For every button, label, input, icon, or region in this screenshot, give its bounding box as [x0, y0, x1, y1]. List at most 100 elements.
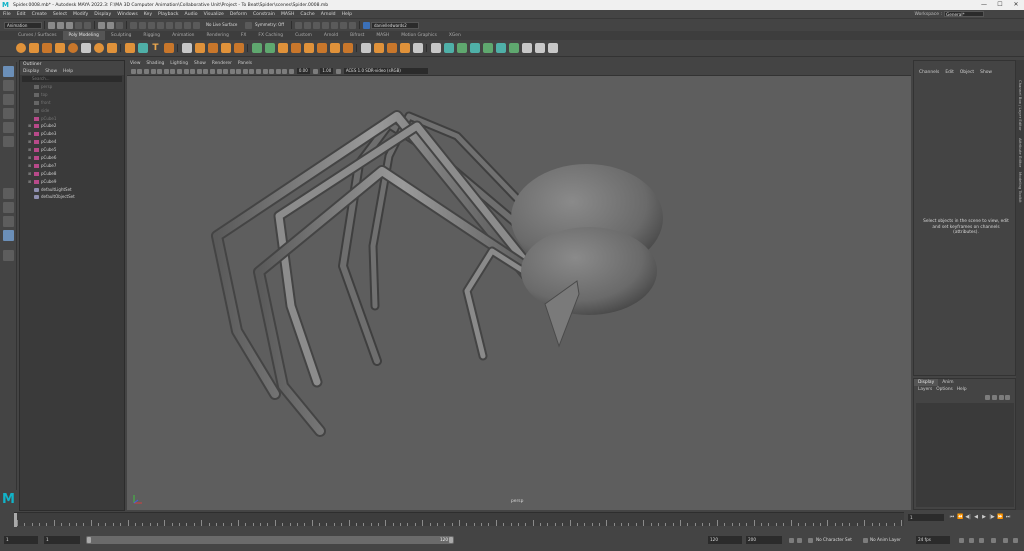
xray-icon[interactable]	[269, 68, 275, 74]
ipr-render-icon[interactable]	[304, 21, 311, 29]
outliner-layout-icon[interactable]	[3, 230, 14, 241]
animation-preferences-icon[interactable]	[990, 538, 996, 543]
viewport-menu-shading[interactable]: Shading	[143, 60, 167, 67]
pause-icon[interactable]	[340, 21, 347, 29]
move-layer-up-icon[interactable]	[985, 395, 991, 400]
menu-modify[interactable]: Modify	[70, 12, 91, 17]
menu-windows[interactable]: Windows	[114, 12, 141, 17]
layer-menu-help[interactable]: Help	[955, 386, 969, 393]
time-editor-icon[interactable]	[1002, 538, 1008, 543]
wedge-icon[interactable]	[342, 43, 353, 53]
menu-mash[interactable]: MASH	[278, 12, 297, 17]
uv-editor-icon[interactable]	[443, 43, 454, 53]
planar-uv-icon[interactable]	[482, 43, 493, 53]
workspace-dropdown[interactable]: General*	[944, 11, 984, 17]
sew-uv-icon[interactable]	[508, 43, 519, 53]
redo-icon[interactable]	[84, 21, 91, 29]
merge-icon[interactable]	[316, 43, 327, 53]
go-to-start-button[interactable]: ⏮	[949, 514, 955, 520]
outliner-item[interactable]: ⊞ pCube2	[20, 122, 124, 130]
play-forwards-button[interactable]: ▶	[981, 514, 987, 520]
animation-end-field[interactable]: 200	[746, 536, 782, 544]
menu-arnold[interactable]: Arnold	[318, 12, 339, 17]
character-set-icon[interactable]	[807, 538, 813, 543]
select-hierarchy-icon[interactable]	[98, 21, 105, 29]
viewport-menu-view[interactable]: View	[127, 60, 143, 67]
snap-together-icon[interactable]	[430, 43, 441, 53]
shelf-tab-rigging[interactable]: Rigging	[137, 31, 166, 40]
layer-tab-anim[interactable]: Anim	[938, 379, 957, 386]
lasso-tool-icon[interactable]	[3, 80, 14, 91]
expand-plus-icon[interactable]: ⊞	[20, 146, 31, 154]
outliner-item[interactable]: defaultObjectSet	[20, 193, 124, 201]
new-layer-from-selected-icon[interactable]	[1005, 395, 1011, 400]
outliner-item[interactable]: top	[20, 91, 124, 99]
new-layer-icon[interactable]	[998, 395, 1004, 400]
layer-tab-display[interactable]: Display	[914, 379, 939, 386]
viewport-menu-lighting[interactable]: Lighting	[167, 60, 191, 67]
time-slider-track[interactable]	[14, 512, 904, 527]
step-back-frame-button[interactable]: ◀|	[965, 514, 971, 520]
insert-edge-loop-icon[interactable]	[386, 43, 397, 53]
automatic-uv-icon[interactable]	[456, 43, 467, 53]
maximize-button[interactable]: ☐	[992, 0, 1008, 10]
render-view-icon[interactable]	[331, 21, 338, 29]
search-icon[interactable]	[3, 250, 14, 261]
wireframe-on-shaded-icon[interactable]	[216, 68, 222, 74]
menu-create[interactable]: Create	[29, 12, 50, 17]
outliner-item[interactable]: ⊞ pCube6	[20, 154, 124, 162]
gamma-icon[interactable]	[312, 68, 318, 74]
shelf-tab-bifrost[interactable]: Bifrost	[344, 31, 370, 40]
shelf-tab-motion-graphics[interactable]: Motion Graphics	[395, 31, 443, 40]
anim-layer-dropdown[interactable]: No Anim Layer	[868, 536, 912, 544]
menu-select[interactable]: Select	[50, 12, 70, 17]
gate-mask-icon[interactable]	[176, 68, 182, 74]
menu-display[interactable]: Display	[91, 12, 114, 17]
rotate-tool-icon[interactable]	[3, 122, 14, 133]
expand-plus-icon[interactable]: ⊞	[20, 122, 31, 130]
close-button[interactable]: ✕	[1008, 0, 1024, 10]
layer-menu-layers[interactable]: Layers	[916, 386, 934, 393]
safe-action-icon[interactable]	[190, 68, 196, 74]
combine-icon[interactable]	[181, 43, 192, 53]
menu-playback[interactable]: Playback	[155, 12, 182, 17]
playback-start-field[interactable]: 1	[44, 536, 80, 544]
symmetry-dropdown[interactable]: Symmetry: Off	[253, 21, 289, 29]
svg-icon[interactable]	[163, 43, 174, 53]
menu-help[interactable]: Help	[339, 12, 355, 17]
render-frame-icon[interactable]	[295, 21, 302, 29]
smooth-shade-icon[interactable]	[209, 68, 215, 74]
range-end-handle[interactable]	[449, 537, 453, 543]
expand-plus-icon[interactable]: ⊞	[20, 162, 31, 170]
gamma-field[interactable]: 1.00	[320, 68, 334, 74]
output-ops-icon[interactable]	[193, 21, 200, 29]
menu-cache[interactable]: Cache	[297, 12, 317, 17]
render-settings-icon[interactable]	[313, 21, 320, 29]
motion-blur-icon[interactable]	[249, 68, 255, 74]
bookmark-icon[interactable]	[143, 68, 149, 74]
outliner-item[interactable]: ⊞ pCube8	[20, 170, 124, 178]
uv-toolkit-icon[interactable]	[521, 43, 532, 53]
fps-dropdown[interactable]: 24 fps	[916, 536, 950, 544]
resolution-gate-icon[interactable]	[170, 68, 176, 74]
viewport-menu-show[interactable]: Show	[191, 60, 209, 67]
symmetry-icon[interactable]	[245, 21, 252, 29]
expand-plus-icon[interactable]: ⊞	[20, 130, 31, 138]
super-shape-icon[interactable]	[124, 43, 135, 53]
character-set-dropdown[interactable]: No Character Set	[814, 536, 860, 544]
fill-hole-icon[interactable]	[290, 43, 301, 53]
backface-culling-icon[interactable]	[282, 68, 288, 74]
channel-menu-show[interactable]: Show	[977, 69, 995, 77]
snap-view-plane-icon[interactable]	[157, 21, 164, 29]
tab-modeling-toolkit[interactable]: Modeling Toolkit	[1017, 172, 1023, 203]
snap-live-icon[interactable]	[166, 21, 173, 29]
snap-point-icon[interactable]	[148, 21, 155, 29]
user-account-dropdown[interactable]: danielledwards2	[371, 21, 419, 29]
open-scene-icon[interactable]	[57, 21, 64, 29]
menu-edit[interactable]: Edit	[14, 12, 29, 17]
extrude-icon[interactable]	[251, 43, 262, 53]
input-ops-icon[interactable]	[184, 21, 191, 29]
separate-icon[interactable]	[194, 43, 205, 53]
use-all-lights-icon[interactable]	[229, 68, 235, 74]
quad-draw-icon[interactable]	[412, 43, 423, 53]
